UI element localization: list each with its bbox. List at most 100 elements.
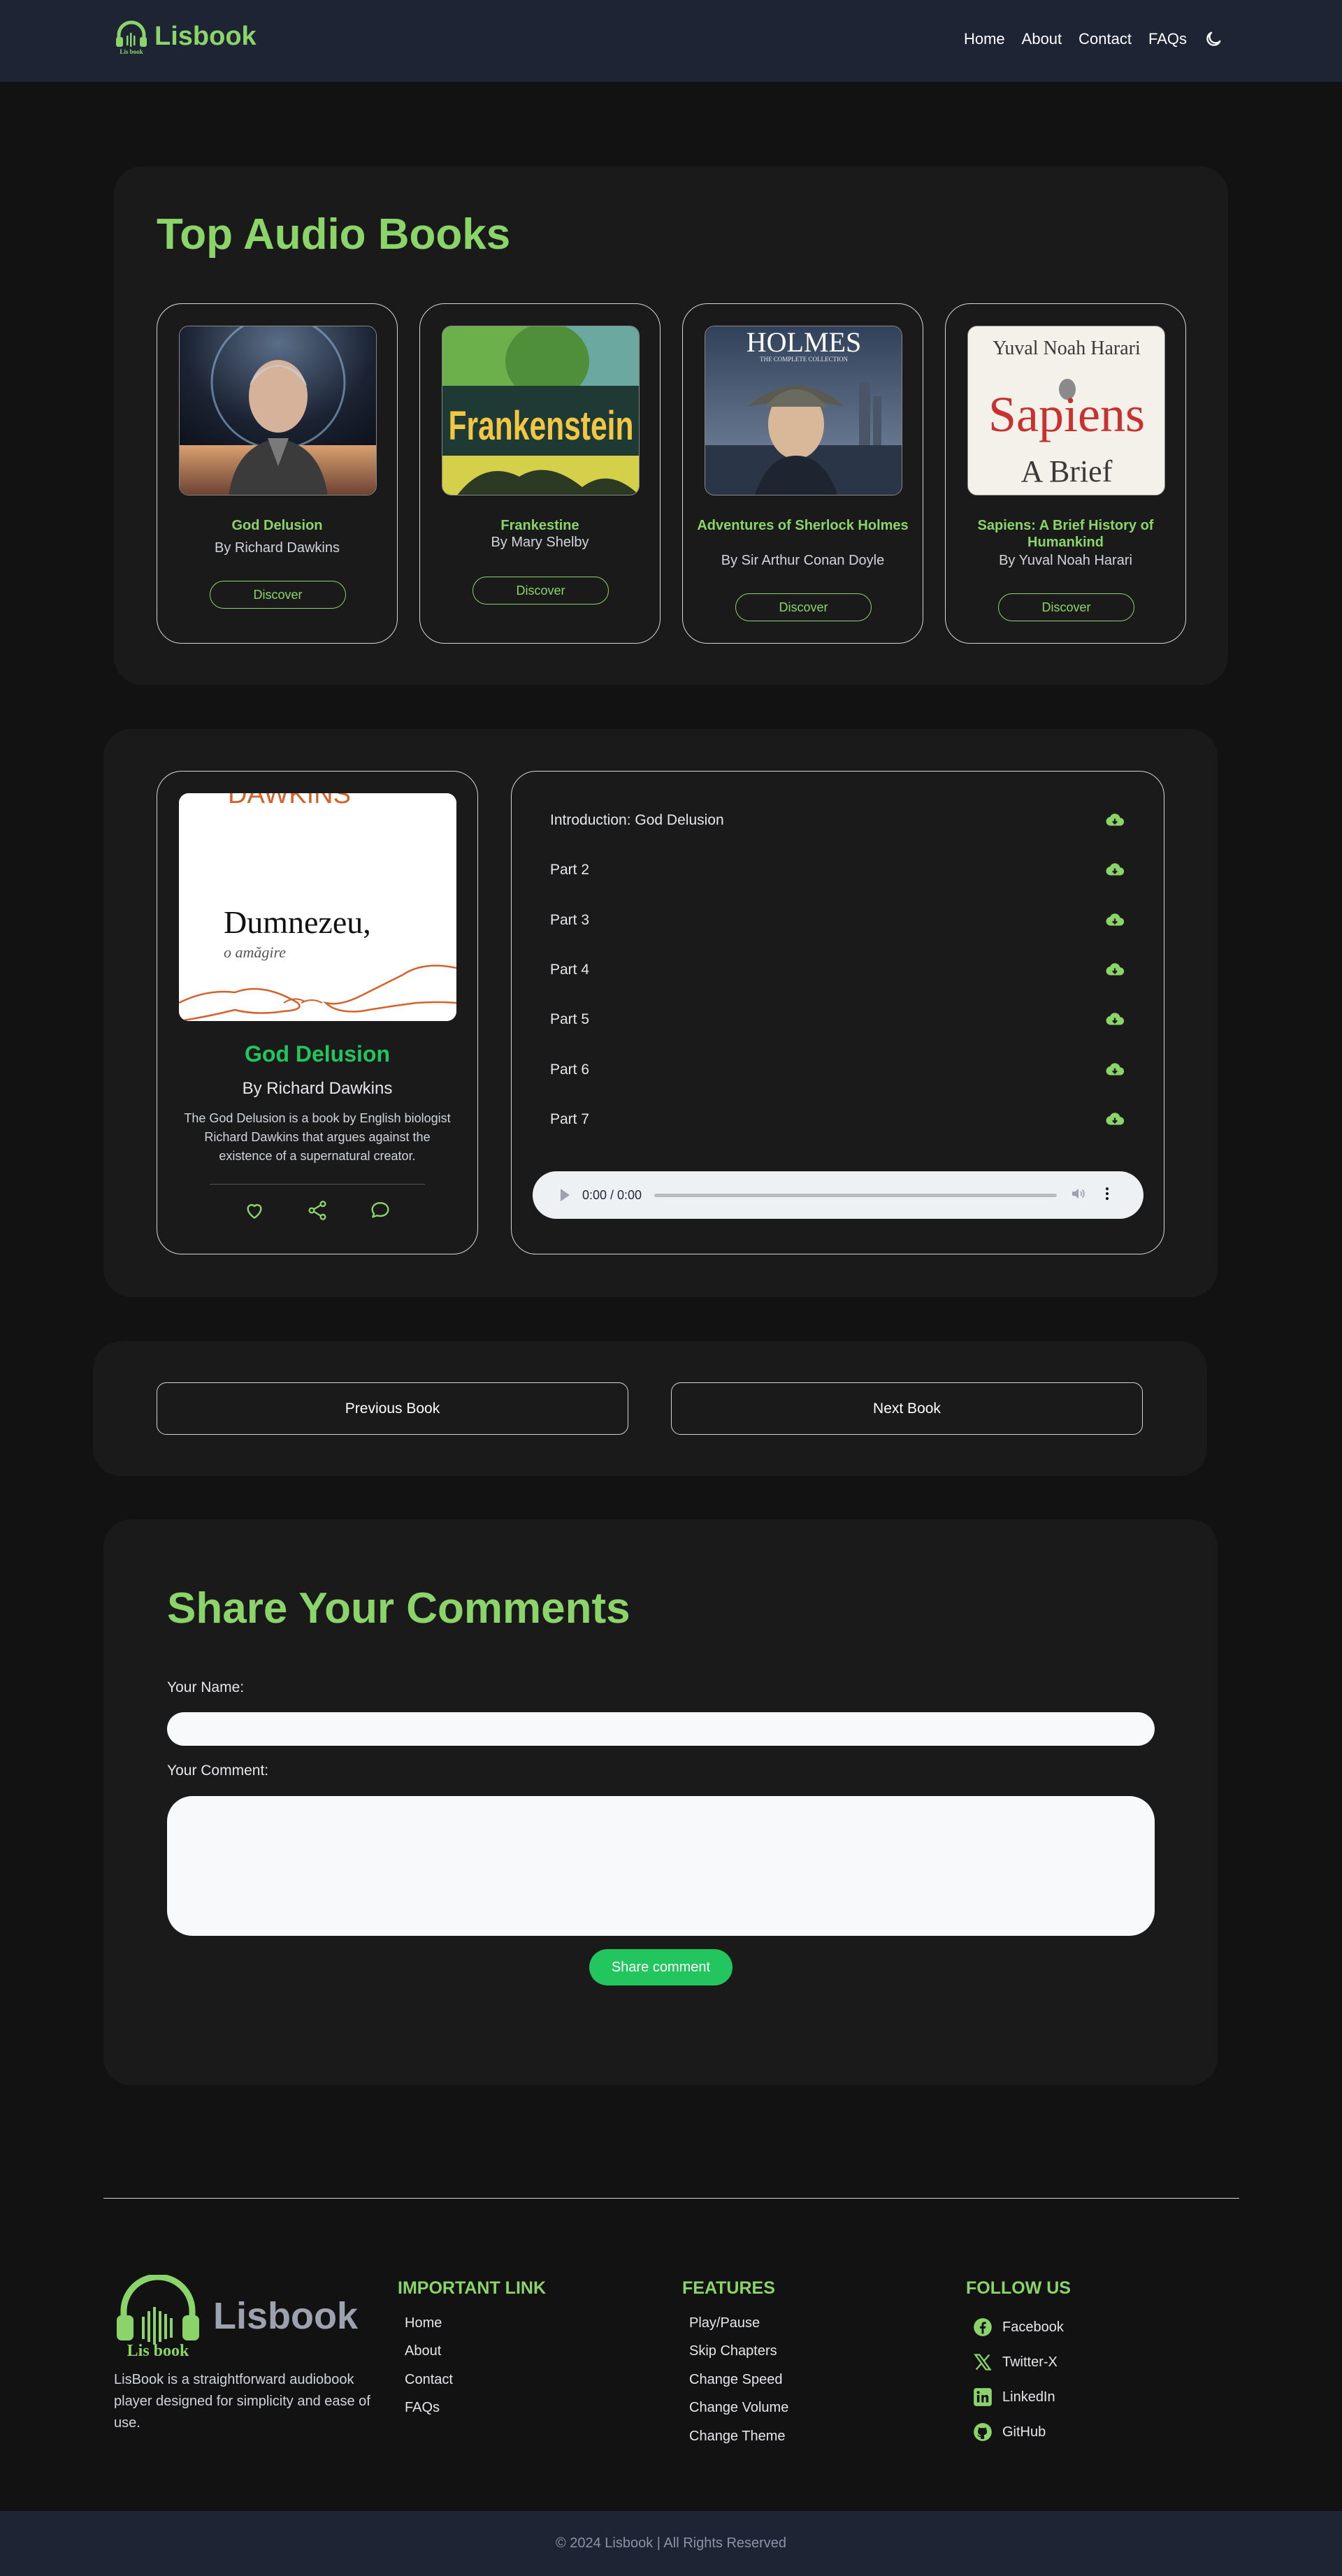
cloud-download-icon[interactable]	[1104, 810, 1125, 831]
logo-sub-text: Lis book	[120, 48, 143, 55]
next-book-button[interactable]: Next Book	[671, 1382, 1143, 1435]
main-nav: Home About Contact FAQs	[964, 29, 1223, 49]
social-twitter[interactable]: Twitter-X	[973, 2352, 1058, 2372]
discover-button[interactable]: Discover	[472, 577, 609, 605]
feature-item[interactable]: Change Speed	[689, 2372, 782, 2388]
footer-logo: Lis book Lisbook	[114, 2275, 358, 2357]
feature-item[interactable]: Change Volume	[689, 2400, 788, 2416]
cover-text: Yuval Noah Harari	[993, 338, 1141, 359]
headphones-logo-icon: Lis book	[117, 2275, 199, 2357]
features-title: FEATURES	[682, 2278, 775, 2298]
footer-link-contact[interactable]: Contact	[405, 2372, 453, 2388]
track-item[interactable]: Part 6	[550, 1056, 1125, 1084]
track-item[interactable]: Introduction: God Delusion	[550, 806, 1125, 834]
cover-text: Dumnezeu,	[224, 904, 371, 940]
play-icon[interactable]	[561, 1189, 570, 1201]
footer-link-faqs[interactable]: FAQs	[405, 2400, 440, 2416]
book-actions	[157, 1199, 477, 1222]
footer-divider	[103, 2198, 1239, 2199]
comments-title: Share Your Comments	[167, 1584, 630, 1633]
now-playing-description: The God Delusion is a book by English bi…	[184, 1111, 451, 1163]
comment-textarea[interactable]	[167, 1796, 1155, 1936]
x-twitter-icon	[974, 2354, 992, 2371]
volume-icon[interactable]	[1069, 1185, 1086, 1206]
footer-about: LisBook is a straightforward audiobook p…	[114, 2372, 370, 2431]
book-author: By Yuval Noah Harari	[999, 553, 1132, 568]
cloud-download-icon[interactable]	[1104, 910, 1125, 931]
now-playing-cover: DAWKINS Dumnezeu, o amăgire	[179, 793, 456, 1021]
top-books-title: Top Audio Books	[157, 210, 511, 259]
track-item[interactable]: Part 7	[550, 1106, 1125, 1134]
book-author: By Sir Arthur Conan Doyle	[721, 553, 885, 568]
follow-us-title: FOLLOW US	[966, 2278, 1071, 2298]
cloud-download-icon[interactable]	[1104, 860, 1125, 881]
track-title: Part 3	[550, 912, 590, 928]
book-title[interactable]: Sapiens: A Brief History of Humankind	[953, 517, 1178, 551]
discover-button[interactable]: Discover	[210, 581, 346, 609]
audio-player: 0:00 / 0:00	[533, 1171, 1143, 1219]
track-item[interactable]: Part 3	[550, 906, 1125, 934]
more-options-icon[interactable]	[1099, 1185, 1116, 1206]
social-github[interactable]: GitHub	[973, 2422, 1046, 2442]
track-item[interactable]: Part 2	[550, 856, 1125, 884]
previous-book-button[interactable]: Previous Book	[157, 1382, 628, 1435]
now-playing-card: DAWKINS Dumnezeu, o amăgire God Delusion…	[157, 771, 478, 1254]
heart-icon[interactable]	[243, 1199, 266, 1222]
book-author: By Richard Dawkins	[215, 540, 340, 556]
discover-button[interactable]: Discover	[998, 593, 1134, 621]
name-input[interactable]	[167, 1712, 1155, 1746]
discover-button[interactable]: Discover	[735, 593, 872, 621]
feature-item[interactable]: Play/Pause	[689, 2315, 760, 2331]
cover-subtext: THE COMPLETE COLLECTION	[760, 356, 848, 363]
cloud-download-icon[interactable]	[1104, 1059, 1125, 1080]
footer-link-about[interactable]: About	[405, 2343, 441, 2359]
book-title[interactable]: God Delusion	[164, 517, 390, 534]
track-item[interactable]: Part 4	[550, 956, 1125, 984]
track-title: Part 4	[550, 962, 590, 978]
social-facebook[interactable]: Facebook	[973, 2317, 1064, 2337]
track-title: Part 2	[550, 862, 590, 878]
book-card: HOLMES THE COMPLETE COLLECTION Adventure…	[682, 303, 923, 644]
sapiens-cover-image: Yuval Noah Harari Sapiens A Brief	[968, 326, 1164, 495]
social-label: Facebook	[1002, 2319, 1064, 2335]
audio-progress-bar[interactable]	[654, 1193, 1057, 1197]
share-icon[interactable]	[306, 1199, 329, 1222]
name-label: Your Name:	[167, 1679, 245, 1695]
track-title: Introduction: God Delusion	[550, 812, 724, 828]
book-title[interactable]: Adventures of Sherlock Holmes	[690, 517, 916, 534]
copyright-text: © 2024 Lisbook | All Rights Reserved	[555, 2535, 787, 2551]
social-linkedin[interactable]: LinkedIn	[973, 2387, 1055, 2407]
portrait-image	[180, 326, 376, 495]
holmes-cover-image: HOLMES THE COMPLETE COLLECTION	[705, 326, 902, 495]
moon-icon[interactable]	[1204, 29, 1223, 49]
cover-text: o amăgire	[224, 943, 286, 961]
share-comment-button[interactable]: Share comment	[589, 1949, 733, 1985]
nav-contact[interactable]: Contact	[1078, 30, 1132, 48]
cover-text: A Brief	[1021, 454, 1113, 489]
now-playing-title: God Delusion	[245, 1041, 390, 1066]
footer-link-home[interactable]: Home	[405, 2315, 442, 2331]
social-label: Twitter-X	[1002, 2354, 1058, 2370]
feature-item[interactable]: Change Theme	[689, 2429, 786, 2445]
cover-text: DAWKINS	[228, 793, 351, 809]
logo-sub-text: Lis book	[127, 2342, 189, 2357]
cloud-download-icon[interactable]	[1104, 1009, 1125, 1030]
github-icon	[974, 2423, 992, 2441]
headphones-logo-icon: Lis book	[116, 20, 147, 55]
site-logo[interactable]: Lis book Lisbook	[114, 18, 257, 55]
nav-faqs[interactable]: FAQs	[1148, 30, 1187, 48]
nav-about[interactable]: About	[1022, 30, 1062, 48]
cloud-download-icon[interactable]	[1104, 960, 1125, 981]
comment-icon[interactable]	[369, 1199, 391, 1222]
audio-time: 0:00 / 0:00	[582, 1187, 642, 1202]
divider	[210, 1184, 425, 1185]
track-item[interactable]: Part 5	[550, 1006, 1125, 1034]
book-title[interactable]: Frankestine	[427, 517, 653, 534]
cover-text: HOLMES	[746, 326, 861, 358]
cloud-download-icon[interactable]	[1104, 1109, 1125, 1130]
book-card: God Delusion By Richard Dawkins Discover	[157, 303, 398, 644]
site-header: Lis book Lisbook Home About Contact FAQs	[0, 0, 1342, 82]
nav-home[interactable]: Home	[964, 30, 1005, 48]
important-links-title: IMPORTANT LINK	[398, 2278, 547, 2298]
feature-item[interactable]: Skip Chapters	[689, 2343, 777, 2359]
